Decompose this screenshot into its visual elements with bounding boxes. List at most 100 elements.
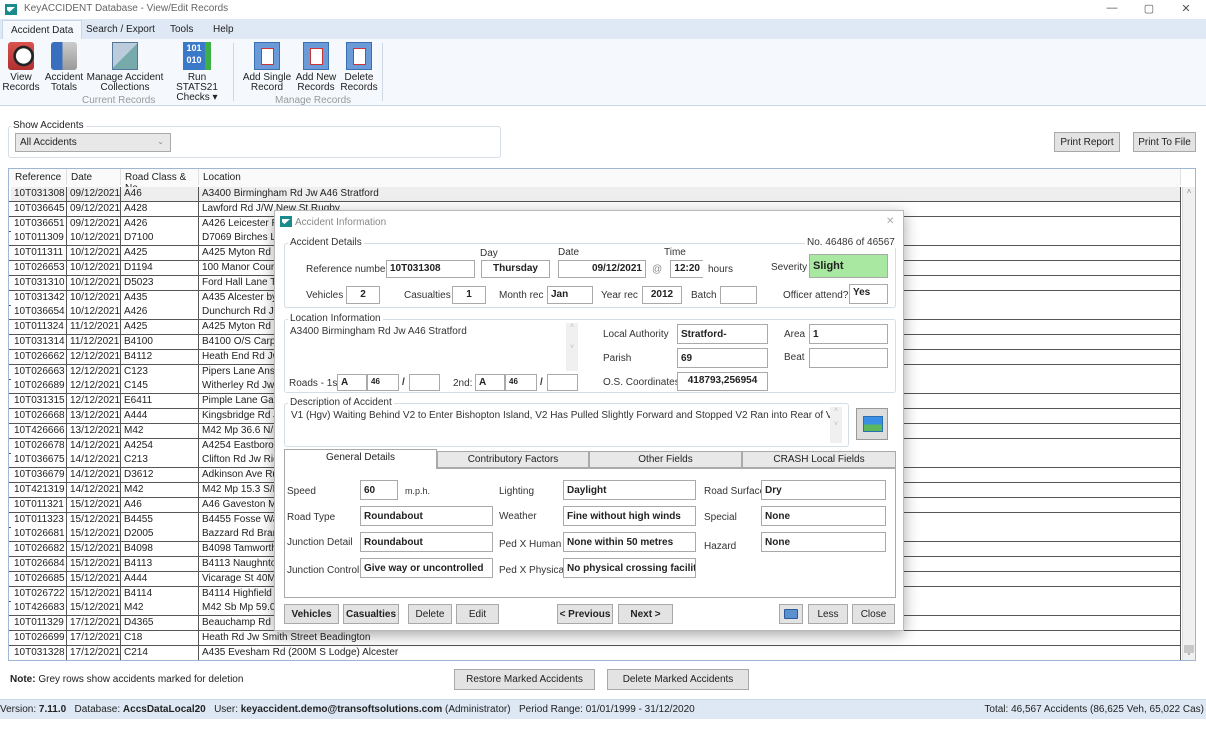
tab-general-details[interactable]: General Details <box>284 449 437 469</box>
cell-road: B4100 <box>121 335 199 349</box>
tab-other-fields[interactable]: Other Fields <box>589 451 742 468</box>
close-dialog-button[interactable]: Close <box>852 604 895 624</box>
cell-date: 15/12/2021 <box>67 557 121 571</box>
batch-field[interactable] <box>720 286 757 304</box>
weather-label: Weather <box>499 511 537 522</box>
day-field[interactable]: Thursday <box>481 260 550 278</box>
cell-date: 09/12/2021 <box>67 187 121 201</box>
less-button[interactable]: Less <box>808 604 848 624</box>
road2-extra-field[interactable] <box>547 374 578 391</box>
road1-extra-field[interactable] <box>409 374 440 391</box>
previous-button[interactable]: < Previous <box>557 604 613 624</box>
tab-help[interactable]: Help <box>205 22 242 37</box>
cell-reference: 10T026653 <box>11 261 67 275</box>
tab-contributory-factors[interactable]: Contributory Factors <box>437 451 589 468</box>
hazard-field[interactable]: None <box>761 532 886 552</box>
show-accidents-dropdown[interactable]: All Accidents ⌄ <box>15 133 171 152</box>
ribbon-button-delete-records[interactable]: Delete Records <box>338 39 380 93</box>
junction-detail-field[interactable]: Roundabout <box>360 532 493 552</box>
special-field[interactable]: None <box>761 506 886 526</box>
photos-button[interactable] <box>856 408 888 440</box>
table-row[interactable]: 10T026699 17/12/2021 C18 Heath Rd Jw Smith … <box>9 631 1181 646</box>
column-header[interactable]: Reference <box>11 169 67 185</box>
vehicles-button[interactable]: Vehicles <box>284 604 339 624</box>
close-window-button[interactable]: ✕ <box>1176 2 1196 15</box>
cell-location: A3400 Birmingham Rd Jw A46 Stratford <box>199 187 1181 201</box>
next-button[interactable]: Next > <box>618 604 673 624</box>
location-scrollbar[interactable]: ˄ ˅ <box>566 323 578 371</box>
tab-search-export[interactable]: Search / Export <box>78 22 163 37</box>
severity-field[interactable]: Slight <box>809 254 888 278</box>
beat-field[interactable] <box>809 348 888 368</box>
delete-marked-button[interactable]: Delete Marked Accidents <box>607 669 749 690</box>
edit-button[interactable]: Edit <box>456 604 499 624</box>
table-row[interactable]: 10T031308 09/12/2021 A46 A3400 Birmingham R… <box>9 187 1181 202</box>
scroll-up-icon[interactable]: ˄ <box>1183 187 1195 196</box>
ribbon-button-view-records[interactable]: View Records <box>2 39 40 93</box>
local-authority-field[interactable]: Stratford- <box>677 324 768 344</box>
vehicles-field[interactable]: 2 <box>346 286 380 304</box>
window-title: KeyACCIDENT Database - View/Edit Records <box>24 3 229 14</box>
cell-reference: 10T011329 <box>11 616 67 631</box>
record-counter: No. 46486 of 46567 <box>805 237 897 248</box>
column-header[interactable]: Location <box>199 169 1181 185</box>
junction-control-field[interactable]: Give way or uncontrolled <box>360 558 493 578</box>
cell-date: 13/12/2021 <box>67 409 121 423</box>
date-field[interactable]: 09/12/2021 <box>558 260 646 278</box>
road-type-field[interactable]: Roundabout <box>360 506 493 526</box>
ribbon-button-accident-totals[interactable]: Accident Totals <box>42 39 86 93</box>
scroll-thumb[interactable] <box>1184 645 1194 653</box>
ped-x-physical-field[interactable]: No physical crossing facility w <box>563 558 696 578</box>
cell-road: B4112 <box>121 349 199 364</box>
officer-attend-field[interactable]: Yes <box>849 284 888 304</box>
column-header[interactable]: Date <box>67 169 121 185</box>
location-information-label: Location Information <box>288 313 383 324</box>
description-scrollbar[interactable]: ˄ ˅ <box>830 407 842 443</box>
print-record-button[interactable] <box>779 604 803 624</box>
dialog-close-icon[interactable]: ✕ <box>886 216 894 227</box>
ribbon-button-add-new-records[interactable]: Add New Records <box>294 39 338 93</box>
cell-reference: 10T036679 <box>11 468 67 483</box>
reference-field[interactable]: 10T031308 <box>386 260 475 278</box>
road2-number-field[interactable]: 46 <box>505 374 537 391</box>
road2-class-field[interactable]: A <box>475 374 505 391</box>
year-rec-field[interactable]: 2012 <box>642 286 682 304</box>
cell-reference: 10T426683 <box>11 601 67 616</box>
month-rec-field[interactable]: Jan <box>547 286 593 304</box>
ped-x-human-field[interactable]: None within 50 metres <box>563 532 696 552</box>
column-header[interactable]: Road Class & No <box>121 169 199 194</box>
tab-accident-data[interactable]: Accident Data <box>2 20 83 39</box>
ribbon-button-add-single-record[interactable]: Add Single Record <box>240 39 294 93</box>
area-field[interactable]: 1 <box>809 324 888 344</box>
table-row[interactable]: 10T031328 17/12/2021 C214 A435 Evesham Rd (… <box>9 645 1181 660</box>
casualties-field[interactable]: 1 <box>452 286 486 304</box>
print-report-button[interactable]: Print Report <box>1054 132 1120 152</box>
road1-number-field[interactable]: 46 <box>367 374 399 391</box>
tab-tools[interactable]: Tools <box>162 22 201 37</box>
parish-field[interactable]: 69 <box>677 348 768 368</box>
road-surface-field[interactable]: Dry <box>761 480 886 500</box>
table-scrollbar[interactable]: ˄ ˅ <box>1182 187 1195 660</box>
road1-class-field[interactable]: A <box>337 374 367 391</box>
cell-reference: 10T031315 <box>11 394 67 409</box>
os-coordinates-field[interactable]: 418793,256954 <box>677 372 768 391</box>
casualties-button[interactable]: Casualties <box>343 604 399 624</box>
weather-field[interactable]: Fine without high winds <box>563 506 696 526</box>
restore-marked-button[interactable]: Restore Marked Accidents <box>454 669 595 690</box>
time-field[interactable]: 12:20 <box>670 260 703 278</box>
delete-button[interactable]: Delete <box>408 604 452 624</box>
maximize-button[interactable]: ▢ <box>1139 2 1159 15</box>
tab-crash-local-fields[interactable]: CRASH Local Fields <box>742 451 896 468</box>
cell-road: D3612 <box>121 468 199 483</box>
print-to-file-button[interactable]: Print To File <box>1133 132 1196 152</box>
ribbon-button-collections[interactable]: Manage Accident Collections <box>86 39 164 93</box>
speed-field[interactable]: 60 <box>360 480 398 500</box>
cell-reference: 10T036675 <box>11 453 67 468</box>
description-text[interactable]: V1 (Hgv) Waiting Behind V2 to Enter Bish… <box>291 410 838 421</box>
location-text[interactable]: A3400 Birmingham Rd Jw A46 Stratford <box>290 326 467 337</box>
ribbon-button-stats21-checks[interactable]: 101 010 Run STATS21 Checks ▾ <box>166 39 228 103</box>
lighting-field[interactable]: Daylight <box>563 480 696 500</box>
delete-records-icon <box>346 42 372 70</box>
minimize-button[interactable]: — <box>1102 2 1122 14</box>
cell-reference: 10T031328 <box>11 645 67 660</box>
